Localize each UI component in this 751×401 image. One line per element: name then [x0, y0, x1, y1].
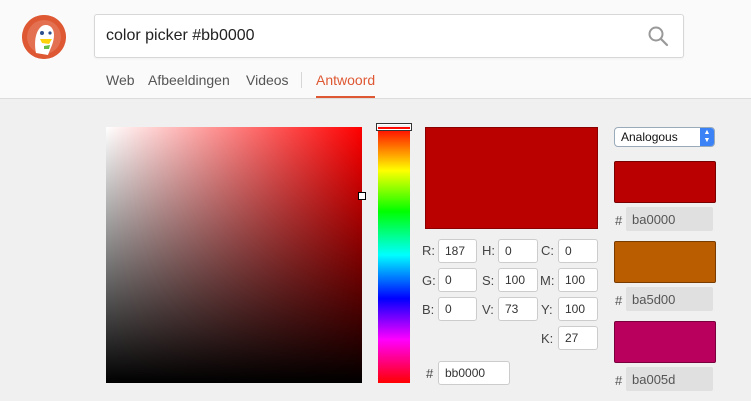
swatch-1-hex: ba0000 [626, 207, 713, 231]
s-field[interactable]: 100 [498, 268, 538, 292]
hex-hash-label: # [426, 366, 434, 381]
swatch-3-hash: # [615, 373, 623, 388]
k-field[interactable]: 27 [558, 326, 598, 350]
c-label: C: [541, 243, 554, 258]
v-label: V: [482, 302, 494, 317]
tab-images[interactable]: Afbeeldingen [148, 72, 230, 98]
m-label: M: [540, 273, 555, 288]
h-label: H: [482, 243, 495, 258]
color-preview [425, 127, 598, 229]
g-label: G: [422, 273, 436, 288]
magnifier-icon[interactable] [647, 25, 669, 47]
k-label: K: [541, 331, 554, 346]
b-field[interactable]: 0 [438, 297, 477, 321]
y-label: Y: [541, 302, 553, 317]
h-field[interactable]: 0 [498, 239, 538, 263]
c-field[interactable]: 0 [558, 239, 598, 263]
scheme-select-value: Analogous [621, 130, 678, 144]
saturation-value-square[interactable] [106, 127, 362, 383]
scheme-select[interactable]: Analogous ▲ ▼ [614, 127, 715, 147]
duckduckgo-logo-icon[interactable] [22, 15, 66, 59]
hue-slider[interactable] [378, 127, 410, 383]
hue-marker-handle[interactable] [376, 123, 412, 131]
scheme-swatch-2[interactable] [614, 241, 716, 283]
v-field[interactable]: 73 [498, 297, 538, 321]
sv-marker-handle[interactable] [358, 192, 366, 200]
tab-answer[interactable]: Antwoord [316, 72, 376, 98]
swatch-3-hex: ba005d [626, 367, 713, 391]
scheme-swatch-1[interactable] [614, 161, 716, 203]
up-down-arrows-icon: ▲ ▼ [700, 128, 714, 146]
b-label: B: [422, 302, 435, 317]
m-field[interactable]: 100 [558, 268, 598, 292]
hex-field[interactable]: bb0000 [438, 361, 510, 385]
search-box[interactable] [94, 14, 684, 58]
tab-divider [301, 72, 302, 88]
swatch-2-hex: ba5d00 [626, 287, 713, 311]
tab-web[interactable]: Web [106, 72, 135, 98]
y-field[interactable]: 100 [558, 297, 598, 321]
g-field[interactable]: 0 [438, 268, 477, 292]
swatch-2-hash: # [615, 293, 623, 308]
s-label: S: [482, 273, 495, 288]
r-field[interactable]: 187 [438, 239, 477, 263]
swatch-1-hash: # [615, 213, 623, 228]
tab-videos[interactable]: Videos [246, 72, 289, 98]
search-input[interactable] [106, 15, 626, 57]
header: Web Afbeeldingen Videos Antwoord [0, 0, 751, 99]
sv-black-gradient [106, 127, 362, 383]
r-label: R: [422, 243, 435, 258]
scheme-swatch-3[interactable] [614, 321, 716, 363]
